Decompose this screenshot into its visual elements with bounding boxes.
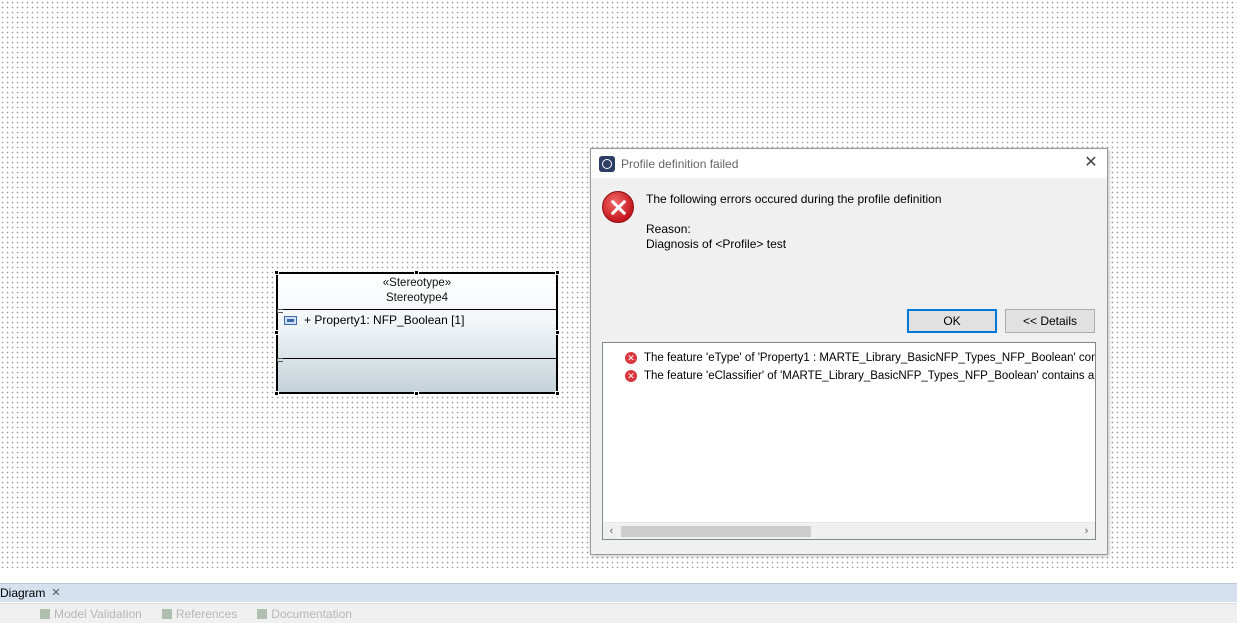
resize-handle[interactable] — [274, 270, 279, 275]
stereotype-header: «Stereotype» Stereotype4 — [278, 276, 556, 306]
scroll-left-icon[interactable]: ‹ — [603, 523, 620, 539]
dialog-message: The following errors occured during the … — [646, 192, 942, 206]
tab-label: Model Validation — [54, 606, 142, 621]
error-icon: ✕ — [625, 352, 637, 364]
resize-handle[interactable] — [274, 330, 279, 335]
stereotype-box[interactable]: «Stereotype» Stereotype4 + Property1: NF… — [274, 270, 560, 396]
tab-label: Documentation — [271, 606, 352, 621]
property-row[interactable]: + Property1: NFP_Boolean [1] — [284, 313, 464, 327]
horizontal-scrollbar[interactable]: ‹ › — [603, 522, 1095, 539]
resize-handle[interactable] — [555, 270, 560, 275]
compartment-divider — [278, 358, 556, 359]
reason-block: Reason: Diagnosis of <Profile> test — [646, 222, 786, 252]
error-text: The feature 'eClassifier' of 'MARTE_Libr… — [644, 370, 1095, 382]
tab-references[interactable]: References — [161, 606, 238, 621]
documentation-icon — [257, 608, 268, 619]
property-icon — [284, 315, 297, 325]
dialog-title: Profile definition failed — [621, 156, 739, 171]
resize-handle[interactable] — [555, 391, 560, 396]
details-button[interactable]: << Details — [1005, 309, 1095, 333]
property-label: + Property1: NFP_Boolean [1] — [304, 313, 465, 327]
resize-handle[interactable] — [555, 330, 560, 335]
resize-handle[interactable] — [274, 391, 279, 396]
error-details-list[interactable]: ✕ The feature 'eType' of 'Property1 : MA… — [602, 342, 1096, 540]
dialog-titlebar[interactable]: Profile definition failed — [591, 149, 1107, 178]
scroll-right-icon[interactable]: › — [1078, 523, 1095, 539]
tab-documentation[interactable]: Documentation — [257, 607, 352, 621]
tab-label: Diagram — [0, 586, 46, 600]
close-icon[interactable]: ✕ — [1081, 153, 1101, 173]
stereotype-keyword: «Stereotype» — [382, 277, 452, 289]
list-item[interactable]: ✕ The feature 'eType' of 'Property1 : MA… — [625, 352, 1095, 364]
check-icon — [40, 608, 50, 619]
resize-handle[interactable] — [414, 270, 419, 275]
reason-label: Reason: — [646, 222, 691, 236]
stereotype-name[interactable]: Stereotype4 — [278, 291, 556, 306]
list-item[interactable]: ✕ The feature 'eClassifier' of 'MARTE_Li… — [625, 370, 1095, 382]
error-icon — [602, 191, 634, 223]
error-icon: ✕ — [625, 370, 637, 382]
error-text: The feature 'eType' of 'Property1 : MART… — [644, 352, 1095, 364]
close-icon[interactable]: ✕ — [51, 588, 61, 599]
views-bar: Model Validation References Documentatio… — [0, 603, 1237, 623]
compartment-divider — [278, 309, 556, 310]
compartment-marker — [277, 358, 283, 362]
tab-diagram[interactable]: Diagram ✕ — [0, 586, 61, 600]
resize-handle[interactable] — [414, 391, 419, 396]
references-icon — [161, 608, 172, 619]
editor-tab-bar: Diagram ✕ — [0, 583, 1237, 602]
compartment-marker — [277, 309, 283, 313]
tab-model-validation[interactable]: Model Validation — [40, 607, 142, 621]
app-icon — [599, 155, 615, 172]
tab-label: References — [175, 606, 238, 621]
ok-button[interactable]: OK — [907, 309, 997, 333]
reason-text: Diagnosis of <Profile> test — [646, 237, 787, 251]
scrollbar-thumb[interactable] — [621, 526, 811, 537]
error-dialog: Profile definition failed ✕ The followin… — [590, 148, 1108, 555]
